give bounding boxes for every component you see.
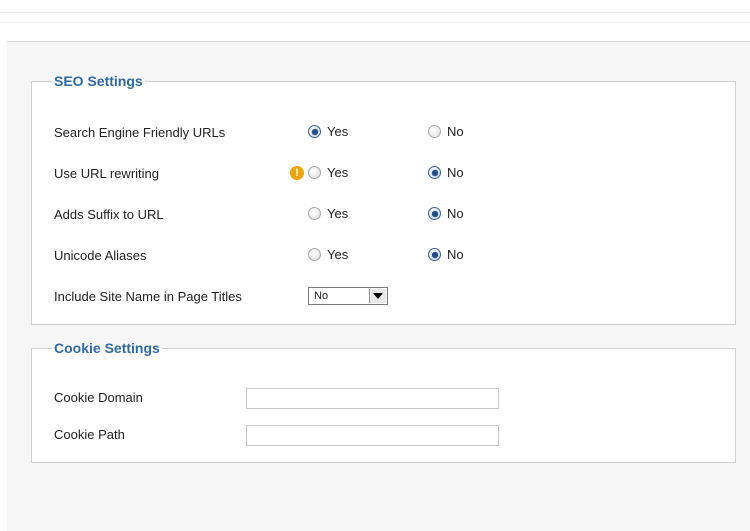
sef-urls-yes-option[interactable]: Yes — [308, 124, 348, 139]
url-rewriting-no-radio[interactable] — [428, 166, 441, 179]
unicode-aliases-row: Unicode Aliases Yes No — [32, 246, 735, 266]
url-rewriting-no-option[interactable]: No — [428, 165, 464, 180]
suffix-yes-radio[interactable] — [308, 207, 321, 220]
url-rewriting-label: Use URL rewriting — [54, 166, 159, 181]
sef-urls-no-option[interactable]: No — [428, 124, 464, 139]
url-rewriting-no-label: No — [447, 165, 464, 180]
header-divider — [0, 12, 750, 13]
sef-urls-no-label: No — [447, 124, 464, 139]
suffix-no-option[interactable]: No — [428, 206, 464, 221]
sef-urls-yes-label: Yes — [327, 124, 349, 139]
cookie-path-label: Cookie Path — [54, 427, 125, 442]
unicode-aliases-no-label: No — [447, 247, 464, 262]
warning-icon[interactable]: ! — [290, 166, 304, 180]
seo-settings-legend: SEO Settings — [54, 73, 143, 89]
cookie-domain-input[interactable] — [246, 388, 499, 409]
seo-settings-fieldset: SEO Settings Search Engine Friendly URLs… — [31, 73, 736, 325]
cookie-path-row: Cookie Path — [32, 425, 735, 446]
sef-urls-label: Search Engine Friendly URLs — [54, 125, 226, 140]
sef-urls-row: Search Engine Friendly URLs Yes No — [32, 123, 735, 143]
unicode-aliases-yes-option[interactable]: Yes — [308, 247, 348, 262]
suffix-yes-option[interactable]: Yes — [308, 206, 348, 221]
unicode-aliases-yes-label: Yes — [327, 247, 349, 262]
cookie-settings-legend: Cookie Settings — [54, 340, 160, 356]
sef-urls-yes-radio[interactable] — [308, 125, 321, 138]
unicode-aliases-label: Unicode Aliases — [54, 248, 147, 263]
suffix-row: Adds Suffix to URL Yes No — [32, 205, 735, 225]
site-name-select[interactable]: No — [308, 287, 388, 305]
unicode-aliases-yes-radio[interactable] — [308, 248, 321, 261]
unicode-aliases-no-radio[interactable] — [428, 248, 441, 261]
suffix-no-label: No — [447, 206, 464, 221]
url-rewriting-yes-option[interactable]: Yes — [308, 165, 348, 180]
url-rewriting-yes-radio[interactable] — [308, 166, 321, 179]
suffix-yes-label: Yes — [327, 206, 349, 221]
url-rewriting-yes-label: Yes — [327, 165, 349, 180]
url-rewriting-row: Use URL rewriting ! Yes No — [32, 164, 735, 184]
cookie-settings-fieldset: Cookie Settings Cookie Domain Cookie Pat… — [31, 340, 736, 463]
sef-urls-no-radio[interactable] — [428, 125, 441, 138]
site-name-row: Include Site Name in Page Titles No — [32, 287, 735, 307]
header-divider-light — [0, 22, 750, 23]
cookie-path-input[interactable] — [246, 425, 499, 446]
cookie-domain-label: Cookie Domain — [54, 390, 143, 405]
cookie-domain-row: Cookie Domain — [32, 388, 735, 409]
suffix-label: Adds Suffix to URL — [54, 207, 164, 222]
unicode-aliases-no-option[interactable]: No — [428, 247, 464, 262]
chevron-down-icon[interactable] — [369, 289, 386, 303]
site-name-select-value: No — [314, 290, 329, 302]
site-name-label: Include Site Name in Page Titles — [54, 289, 242, 304]
suffix-no-radio[interactable] — [428, 207, 441, 220]
